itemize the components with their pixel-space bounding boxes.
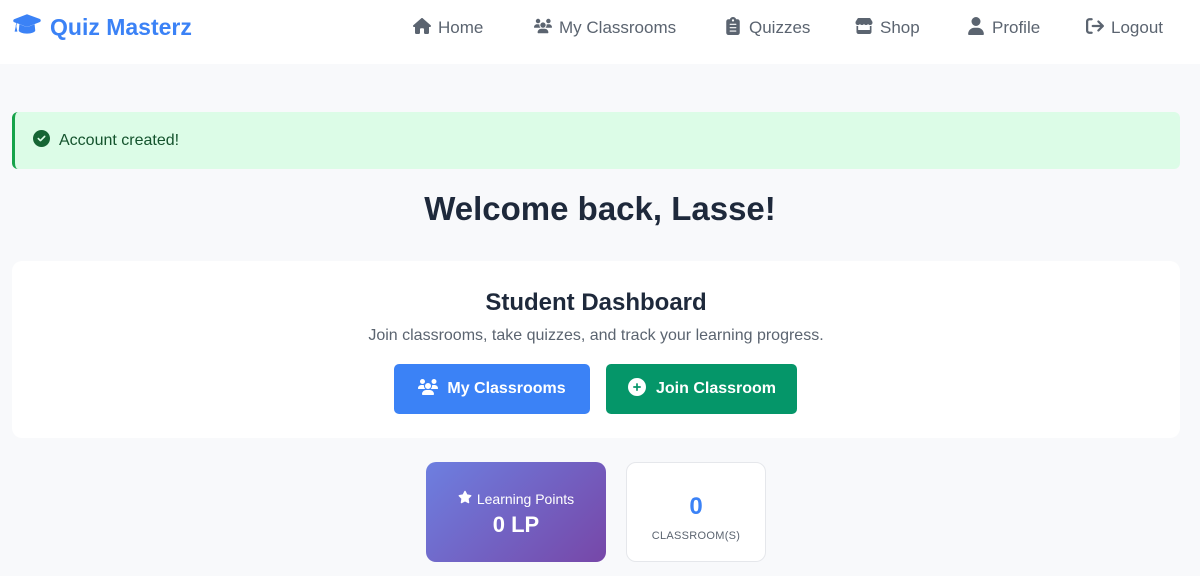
store-icon [855,17,873,40]
learning-points-header: Learning Points [426,490,606,507]
learning-points-value: 0 LP [492,512,540,537]
join-classroom-button[interactable]: Join Classroom [606,364,797,414]
users-icon [534,17,552,40]
join-classroom-button-label: Join Classroom [655,380,777,397]
clipboard-icon [724,16,742,40]
classrooms-count-value: 0 [689,493,703,520]
my-classrooms-button[interactable]: My Classrooms [394,364,590,414]
users-icon [418,378,439,401]
learning-points-card: Learning Points 0 LP [426,462,606,562]
nav-home-label: Home [438,18,484,37]
learning-points-label: Learning Points [476,490,575,507]
top-navbar: Quiz Masterz Home My Classrooms Quizzes … [0,0,1200,64]
logout-icon [1086,17,1104,40]
plus-circle-icon [627,377,647,401]
student-dashboard-card: Student Dashboard Join classrooms, take … [12,261,1180,438]
nav-shop[interactable]: Shop [855,14,920,42]
nav-quizzes[interactable]: Quizzes [724,14,810,42]
star-icon [458,490,472,507]
nav-home[interactable]: Home [413,14,483,42]
nav-my-classrooms[interactable]: My Classrooms [534,14,676,42]
success-alert: Account created! [12,112,1180,169]
user-icon [967,16,985,40]
check-circle-icon [33,129,50,152]
dashboard-title: Student Dashboard [485,289,707,316]
dashboard-subtitle: Join classrooms, take quizzes, and track… [368,327,824,344]
classrooms-count-card: 0 CLASSROOM(S) [626,462,766,562]
nav-quizzes-label: Quizzes [749,18,811,37]
my-classrooms-button-label: My Classrooms [447,380,566,397]
nav-logout[interactable]: Logout [1086,14,1163,42]
nav-profile[interactable]: Profile [967,14,1040,42]
nav-profile-label: Profile [992,18,1041,37]
alert-message: Account created! [59,131,180,149]
nav-shop-label: Shop [880,18,920,37]
welcome-heading: Welcome back, Lasse! [424,190,776,227]
nav-my-classrooms-label: My Classrooms [559,18,677,37]
classrooms-count-label: CLASSROOM(S) [651,530,741,542]
nav-links: Home My Classrooms Quizzes Shop Profile [0,0,1200,56]
nav-logout-label: Logout [1111,18,1163,37]
home-icon [413,17,431,40]
